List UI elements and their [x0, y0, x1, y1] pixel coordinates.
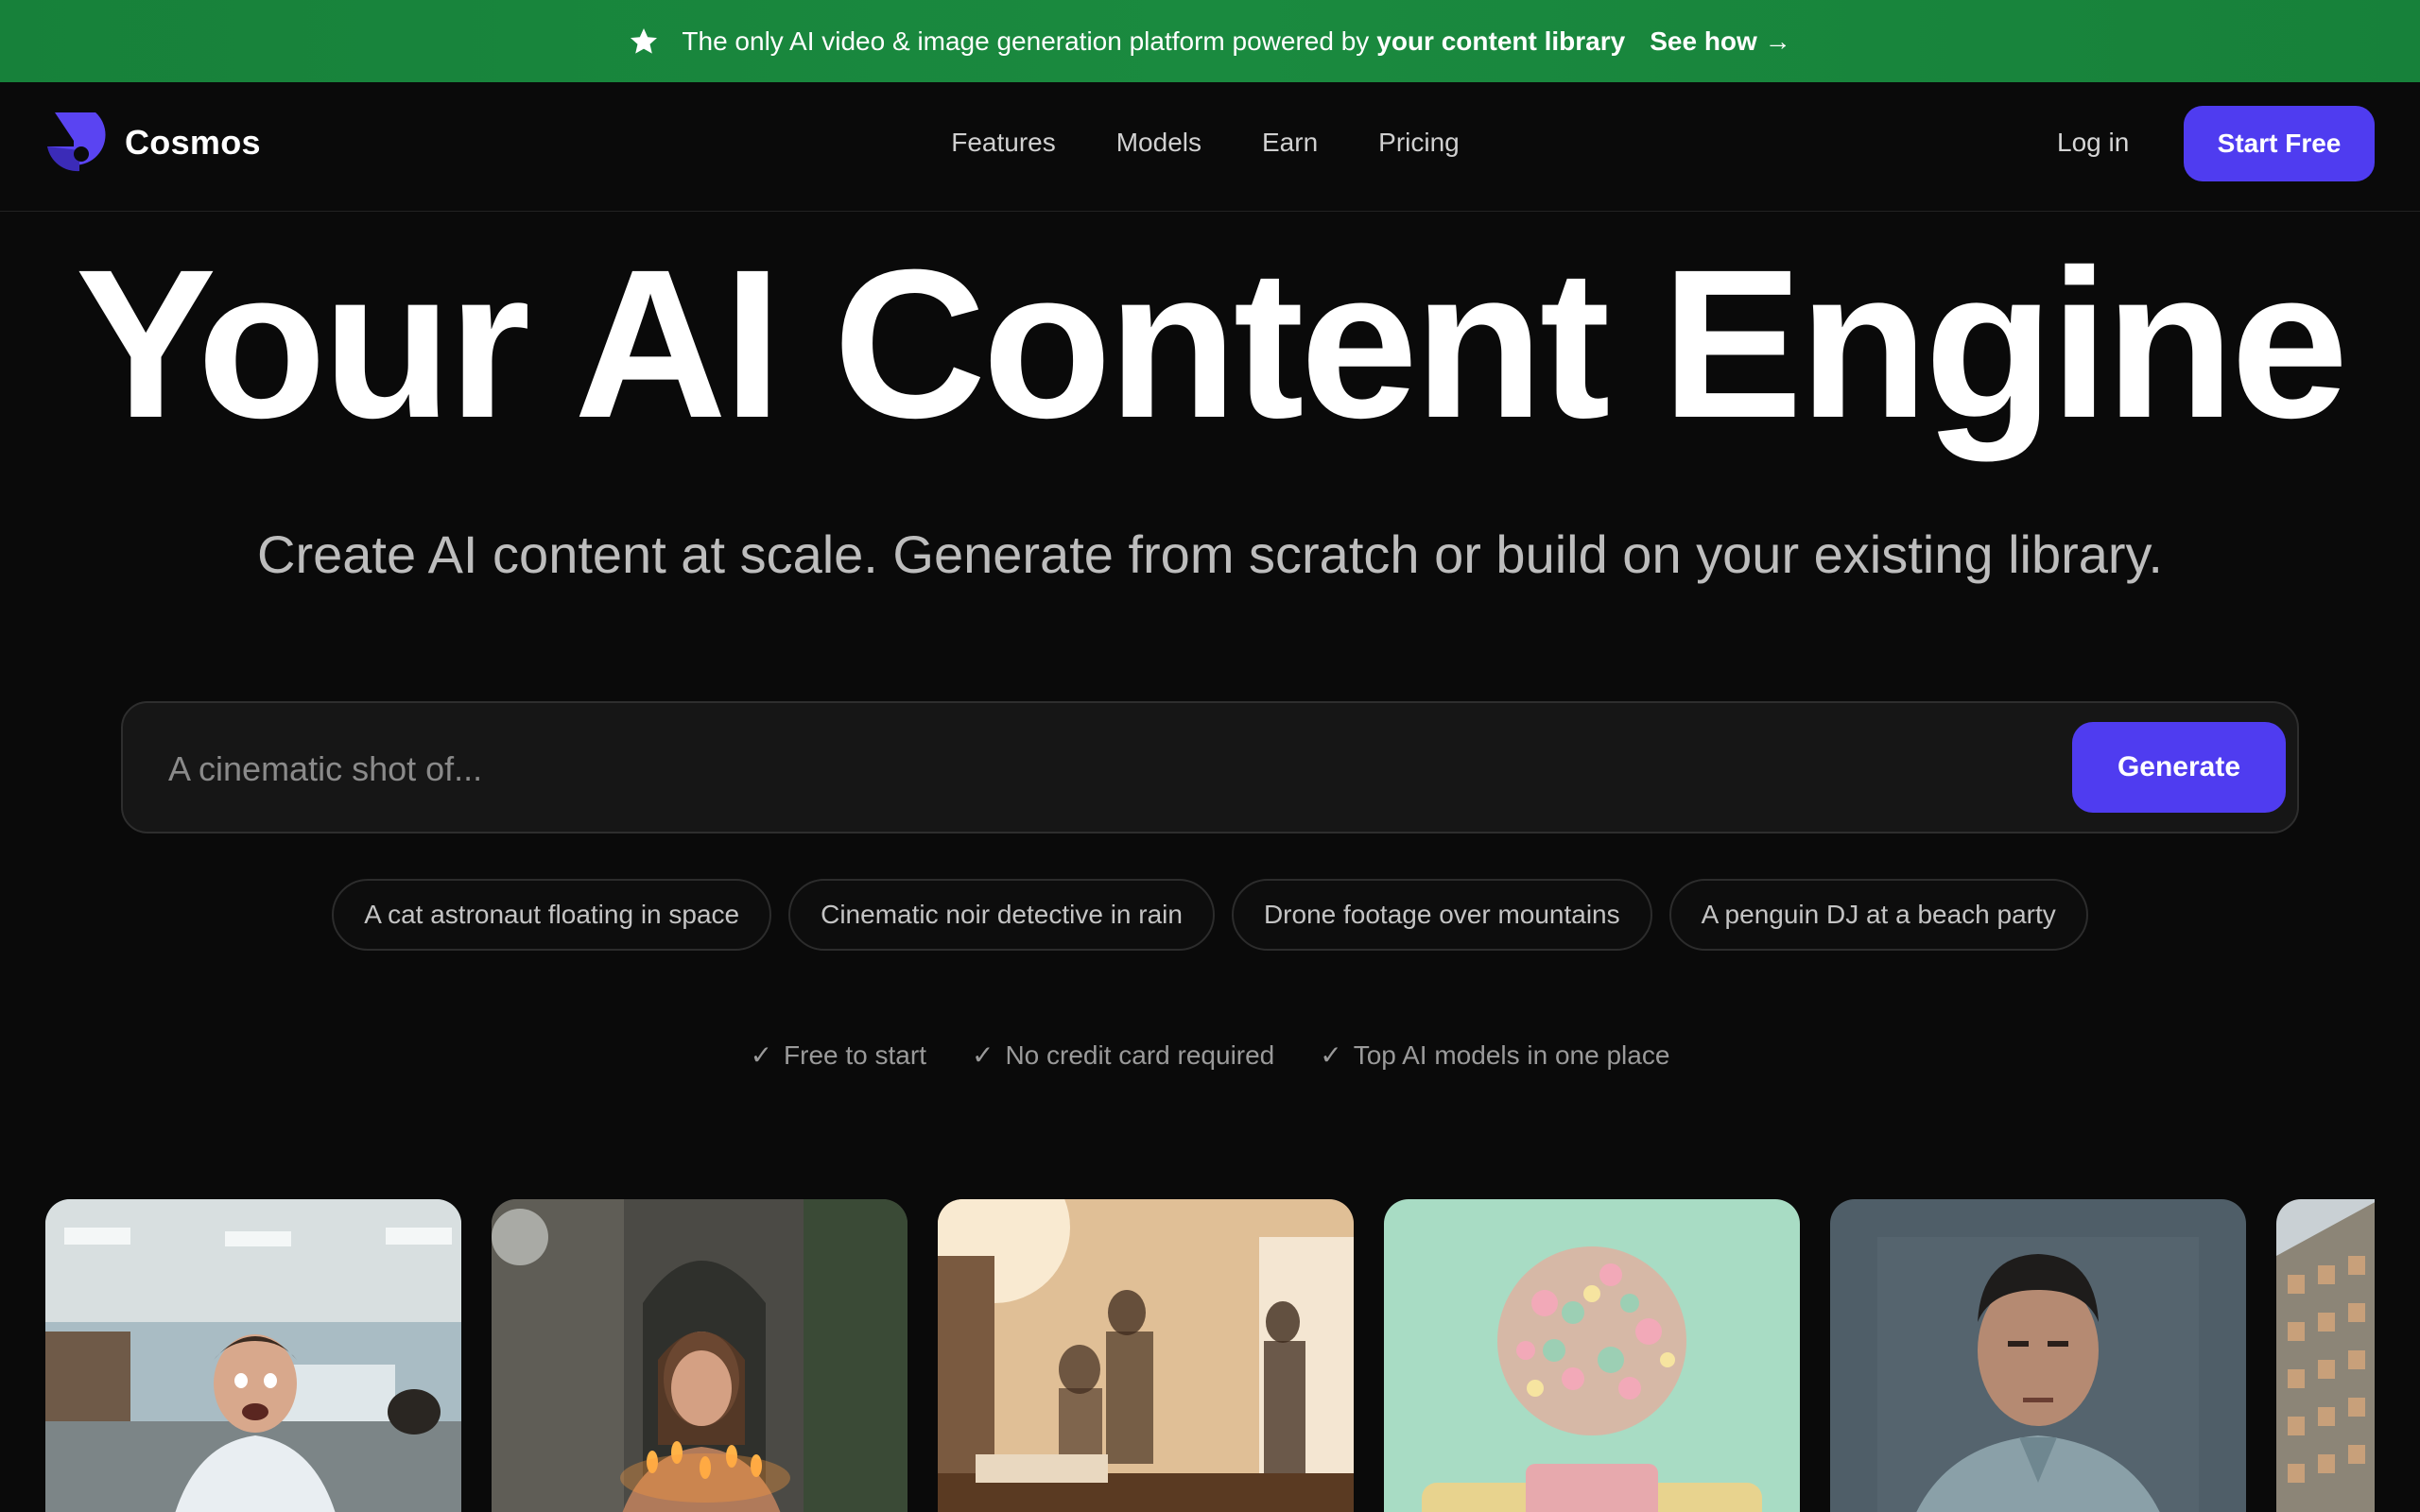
benefit-item: ✓ Free to start — [751, 1040, 926, 1071]
prompt-bar: Generate — [121, 701, 2299, 833]
check-icon: ✓ — [1320, 1040, 1342, 1070]
suggestion-chip[interactable]: A cat astronaut floating in space — [332, 879, 772, 951]
suggestion-chip[interactable]: Cinematic noir detective in rain — [788, 879, 1215, 951]
prompt-input[interactable] — [168, 741, 1964, 798]
top-nav: Cosmos Features Models Earn Pricing Log … — [0, 82, 2420, 212]
banner-text: The only AI video & image generation pla… — [682, 26, 1370, 56]
gallery-tile-office-silhouettes[interactable] — [938, 1199, 1354, 1512]
suggestion-chip[interactable]: A penguin DJ at a beach party — [1668, 879, 2088, 951]
benefit-item: ✓ No credit card required — [972, 1040, 1274, 1071]
gallery-tile-candles[interactable] — [492, 1199, 908, 1512]
nav-link-pricing[interactable]: Pricing — [1378, 128, 1460, 158]
login-link[interactable]: Log in — [2057, 128, 2129, 158]
media-gallery — [45, 1199, 2375, 1512]
star-icon — [631, 27, 658, 54]
benefit-label: Top AI models in one place — [1353, 1040, 1670, 1070]
check-icon: ✓ — [750, 1040, 773, 1070]
start-free-button[interactable]: Start Free — [2184, 106, 2375, 181]
gallery-tile-stern-man[interactable] — [1830, 1199, 2246, 1512]
nav-link-features[interactable]: Features — [951, 128, 1056, 158]
benefit-label: Free to start — [784, 1040, 926, 1070]
hero-subtitle: Create AI content at scale. Generate fro… — [257, 524, 2163, 584]
suggestion-chips: A cat astronaut floating in space Cinema… — [0, 879, 2420, 951]
benefit-item: ✓ Top AI models in one place — [1320, 1040, 1669, 1071]
gallery-tile-office-worker[interactable] — [45, 1199, 461, 1512]
generate-button[interactable]: Generate — [2072, 722, 2286, 813]
suggestion-chip[interactable]: Drone footage over mountains — [1231, 879, 1652, 951]
gallery-tile-building[interactable] — [2276, 1199, 2375, 1512]
announcement-banner: The only AI video & image generation pla… — [0, 0, 2420, 82]
nav-link-models[interactable]: Models — [1116, 128, 1201, 158]
hero-title: Your AI Content Engine — [75, 226, 2349, 462]
benefit-label: No credit card required — [1005, 1040, 1275, 1070]
nav-link-earn[interactable]: Earn — [1262, 128, 1318, 158]
banner-emphasis: your content library — [1376, 26, 1626, 56]
benefit-list: ✓ Free to start ✓ No credit card require… — [0, 1040, 2420, 1071]
see-how-link[interactable]: See how → — [1650, 26, 1790, 57]
check-icon: ✓ — [971, 1040, 994, 1070]
gallery-tile-confetti-sphere[interactable] — [1384, 1199, 1800, 1512]
